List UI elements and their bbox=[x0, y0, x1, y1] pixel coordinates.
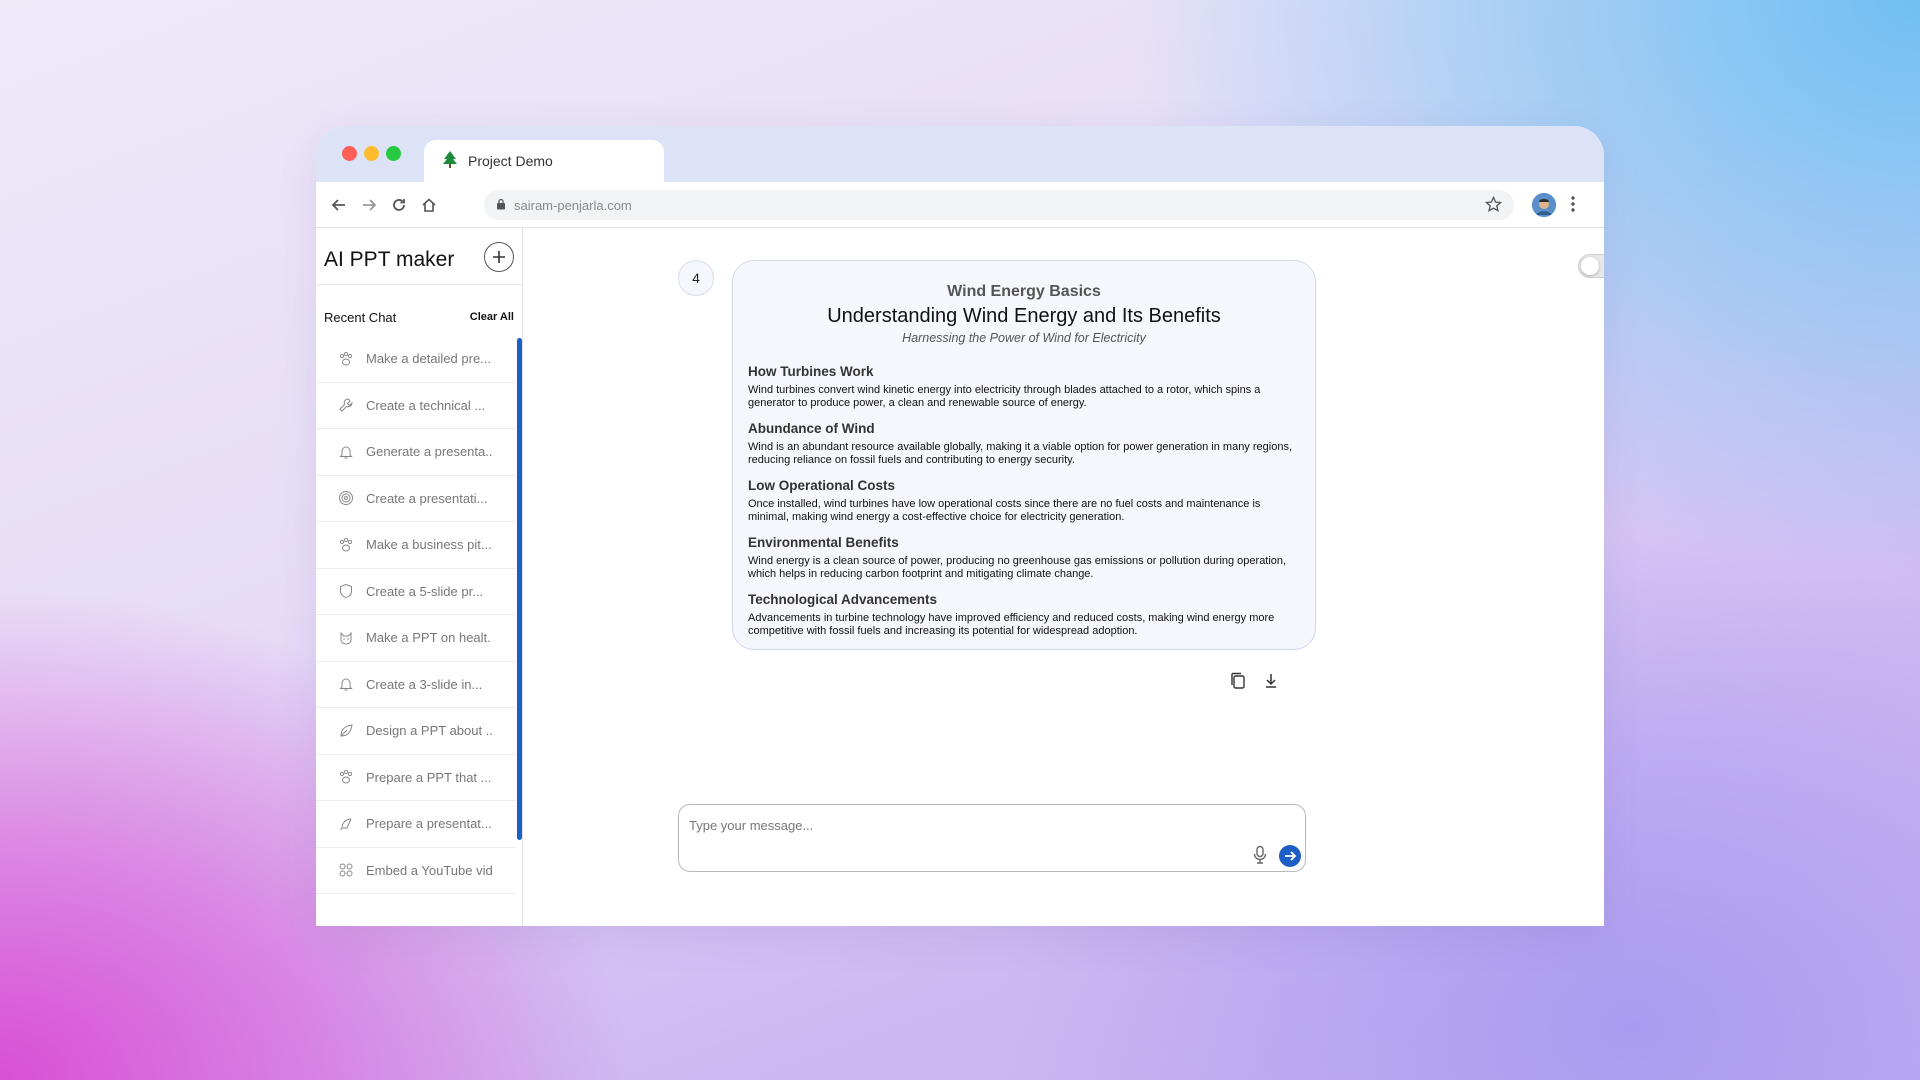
section-body: Wind is an abundant resource available g… bbox=[748, 441, 1293, 466]
chat-item[interactable]: Make a business pit... bbox=[316, 522, 516, 569]
copy-icon[interactable] bbox=[1230, 672, 1246, 695]
cat-icon bbox=[340, 631, 352, 645]
slide-section: Technological Advancements Advancements … bbox=[748, 592, 1304, 638]
tab-title: Project Demo bbox=[468, 153, 553, 169]
recent-chat-list: Make a detailed pre... Create a technica… bbox=[316, 336, 516, 894]
download-icon[interactable] bbox=[1264, 672, 1278, 695]
slide-title: Understanding Wind Energy and Its Benefi… bbox=[827, 305, 1221, 327]
shield-icon bbox=[340, 584, 352, 599]
clear-all-button[interactable]: Clear All bbox=[470, 311, 514, 323]
chat-item[interactable]: Generate a presenta.. bbox=[316, 429, 516, 476]
forward-arrow-icon[interactable] bbox=[358, 194, 380, 216]
home-icon[interactable] bbox=[418, 194, 440, 216]
sidebar-divider bbox=[316, 284, 523, 285]
sidebar-scrollbar[interactable] bbox=[517, 338, 522, 840]
slide-section: How Turbines Work Wind turbines convert … bbox=[748, 364, 1304, 410]
section-heading: How Turbines Work bbox=[748, 364, 874, 379]
plus-icon bbox=[493, 251, 505, 263]
chat-item-label: Make a PPT on healt. bbox=[366, 630, 491, 646]
app-title: AI PPT maker bbox=[324, 248, 455, 271]
feather-icon bbox=[340, 818, 352, 831]
chat-item[interactable]: Make a PPT on healt. bbox=[316, 615, 516, 662]
paw-icon bbox=[339, 770, 353, 784]
tab-bar: Project Demo bbox=[316, 126, 1604, 182]
chat-item-label: Prepare a presentat... bbox=[366, 816, 492, 832]
target-icon bbox=[339, 491, 353, 506]
recent-chat-label: Recent Chat bbox=[324, 310, 397, 325]
browser-toolbar: sairam-penjarla.com bbox=[316, 182, 1604, 228]
wrench-icon bbox=[339, 398, 353, 412]
lock-icon bbox=[496, 198, 506, 213]
slide-section: Environmental Benefits Wind energy is a … bbox=[748, 535, 1304, 581]
close-window-button[interactable] bbox=[342, 146, 357, 161]
section-heading: Environmental Benefits bbox=[748, 535, 899, 550]
paw-icon bbox=[339, 351, 353, 366]
slide-number-badge: 4 bbox=[678, 260, 714, 296]
chat-item-label: Create a presentati... bbox=[366, 490, 488, 506]
chat-item-label: Create a 5-slide pr... bbox=[366, 583, 484, 599]
profile-avatar[interactable] bbox=[1532, 193, 1556, 217]
chat-item[interactable]: Create a presentati... bbox=[316, 476, 516, 522]
message-input[interactable] bbox=[689, 815, 1229, 835]
toggle-knob bbox=[1581, 257, 1599, 275]
minimize-window-button[interactable] bbox=[364, 146, 379, 161]
chat-item-label: Make a detailed pre... bbox=[366, 351, 492, 367]
message-composer bbox=[678, 804, 1306, 872]
chat-item[interactable]: Prepare a PPT that ... bbox=[316, 755, 516, 801]
back-arrow-icon[interactable] bbox=[328, 194, 350, 216]
section-body: Wind turbines convert wind kinetic energ… bbox=[748, 384, 1261, 409]
section-body: Once installed, wind turbines have low o… bbox=[748, 498, 1261, 523]
slide-card: Wind Energy Basics Understanding Wind En… bbox=[732, 260, 1316, 650]
section-heading: Abundance of Wind bbox=[748, 421, 875, 436]
theme-toggle[interactable] bbox=[1578, 254, 1604, 278]
chat-item-label: Prepare a PPT that ... bbox=[366, 769, 492, 785]
chat-item[interactable]: Create a technical ... bbox=[316, 383, 516, 429]
url-text: sairam-penjarla.com bbox=[514, 197, 632, 213]
chat-item[interactable]: Design a PPT about .. bbox=[316, 708, 516, 755]
chat-item[interactable]: Create a 5-slide pr... bbox=[316, 569, 516, 615]
paw-icon bbox=[339, 537, 353, 552]
slide-subtitle: Harnessing the Power of Wind for Electri… bbox=[902, 331, 1146, 345]
chat-item-label: Create a 3-slide in... bbox=[366, 676, 483, 692]
slide-sections: How Turbines Work Wind turbines convert … bbox=[748, 364, 1304, 649]
bookmark-star-icon[interactable] bbox=[1484, 195, 1503, 216]
microphone-icon[interactable] bbox=[1253, 845, 1267, 870]
tree-icon bbox=[442, 150, 458, 172]
browser-window: Project Demo sairam-penjarla.com AI PPT … bbox=[316, 126, 1604, 926]
chat-item-label: Make a business pit... bbox=[366, 537, 492, 553]
slide-section: Abundance of Wind Wind is an abundant re… bbox=[748, 421, 1304, 467]
bell-icon bbox=[339, 678, 353, 691]
leaf-icon bbox=[340, 724, 353, 737]
chat-item-label: Generate a presenta.. bbox=[366, 444, 493, 460]
section-body: Wind energy is a clean source of power, … bbox=[748, 555, 1287, 580]
chat-item-label: Design a PPT about .. bbox=[366, 723, 493, 739]
send-button[interactable] bbox=[1279, 845, 1301, 867]
slide-section: Low Operational Costs Once installed, wi… bbox=[748, 478, 1304, 524]
chat-item[interactable]: Make a detailed pre... bbox=[316, 336, 516, 383]
address-bar[interactable]: sairam-penjarla.com bbox=[484, 190, 1514, 220]
bell-icon bbox=[339, 446, 353, 459]
section-heading: Technological Advancements bbox=[748, 592, 938, 607]
section-heading: Low Operational Costs bbox=[748, 478, 896, 493]
slide-topic: Wind Energy Basics bbox=[947, 283, 1101, 300]
section-body: Advancements in turbine technology have … bbox=[748, 612, 1275, 637]
browser-menu-icon[interactable] bbox=[1570, 194, 1576, 219]
new-chat-button[interactable] bbox=[484, 242, 514, 272]
chat-item-label: Embed a YouTube vid bbox=[366, 862, 493, 878]
grid-icon bbox=[339, 863, 353, 877]
chat-item-label: Create a technical ... bbox=[366, 397, 486, 413]
chat-item[interactable]: Embed a YouTube vid bbox=[316, 848, 516, 894]
reload-icon[interactable] bbox=[388, 194, 410, 216]
sidebar: AI PPT maker Recent Chat Clear All Make … bbox=[316, 228, 523, 926]
slide-actions bbox=[1230, 672, 1278, 695]
chat-item[interactable]: Create a 3-slide in... bbox=[316, 662, 516, 708]
main-panel: 4 Wind Energy Basics Understanding Wind … bbox=[524, 228, 1604, 926]
browser-tab[interactable]: Project Demo bbox=[424, 140, 664, 182]
maximize-window-button[interactable] bbox=[386, 146, 401, 161]
arrow-right-icon bbox=[1285, 851, 1297, 861]
chat-item[interactable]: Prepare a presentat... bbox=[316, 801, 516, 848]
